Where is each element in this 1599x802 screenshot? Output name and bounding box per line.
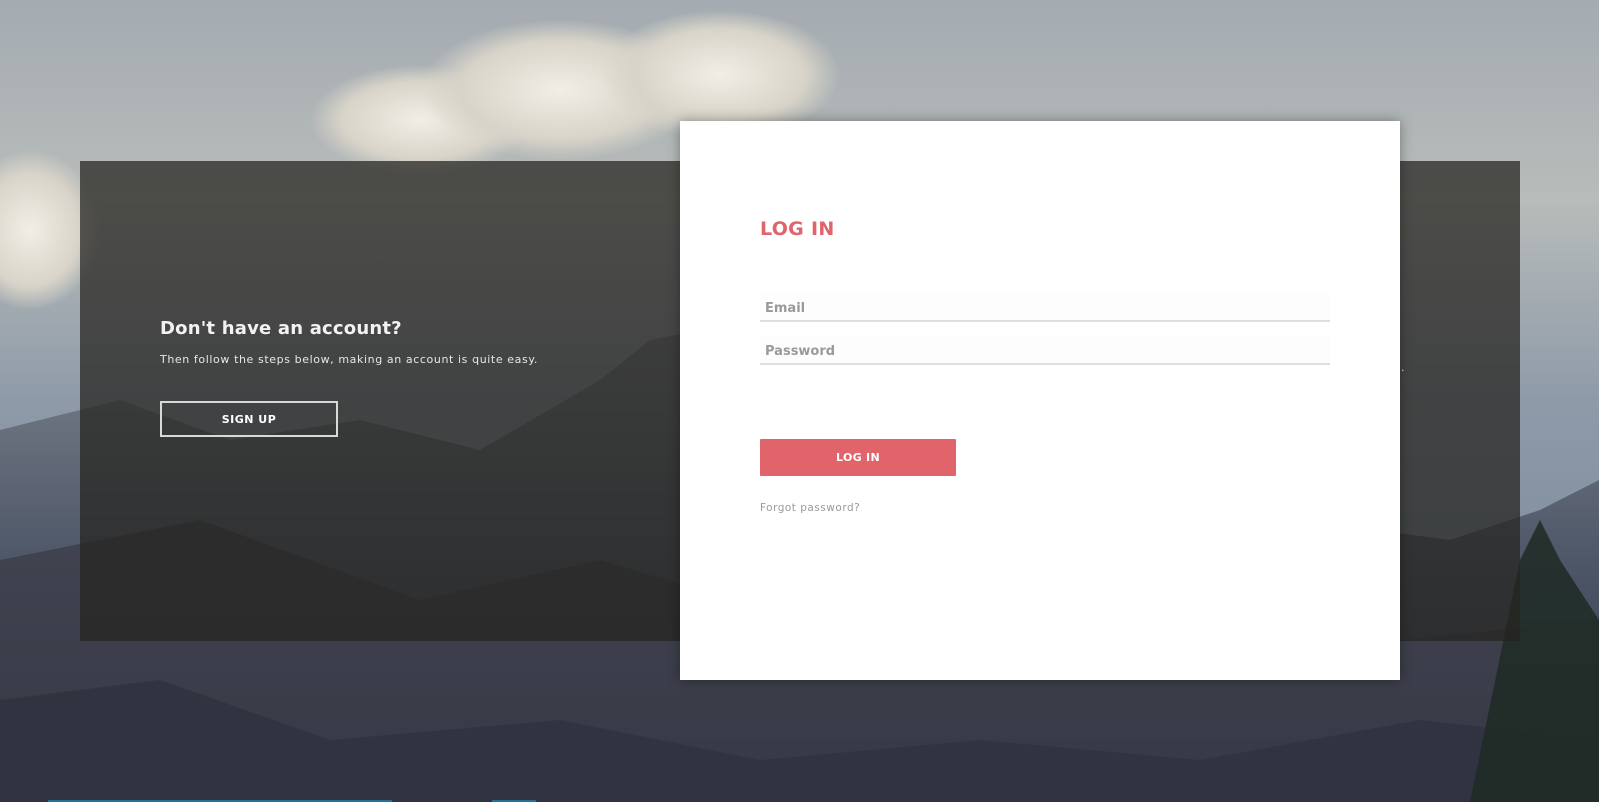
login-form-card: LOG IN LOG IN Forgot password? [680,121,1400,680]
email-field-container [760,292,1330,322]
signup-title: Don't have an account? [160,318,402,339]
password-field[interactable] [760,335,1330,363]
signup-button[interactable]: SIGN UP [160,401,338,437]
signup-description: Then follow the steps below, making an a… [160,353,538,366]
password-field-container [760,335,1330,365]
login-button[interactable]: LOG IN [760,439,956,476]
login-title: LOG IN [760,218,835,240]
email-field[interactable] [760,292,1330,320]
signup-section: Don't have an account? Then follow the s… [160,318,538,366]
login-page: Don't have an account? Then follow the s… [0,0,1599,802]
forgot-password-link[interactable]: Forgot password? [760,502,860,514]
